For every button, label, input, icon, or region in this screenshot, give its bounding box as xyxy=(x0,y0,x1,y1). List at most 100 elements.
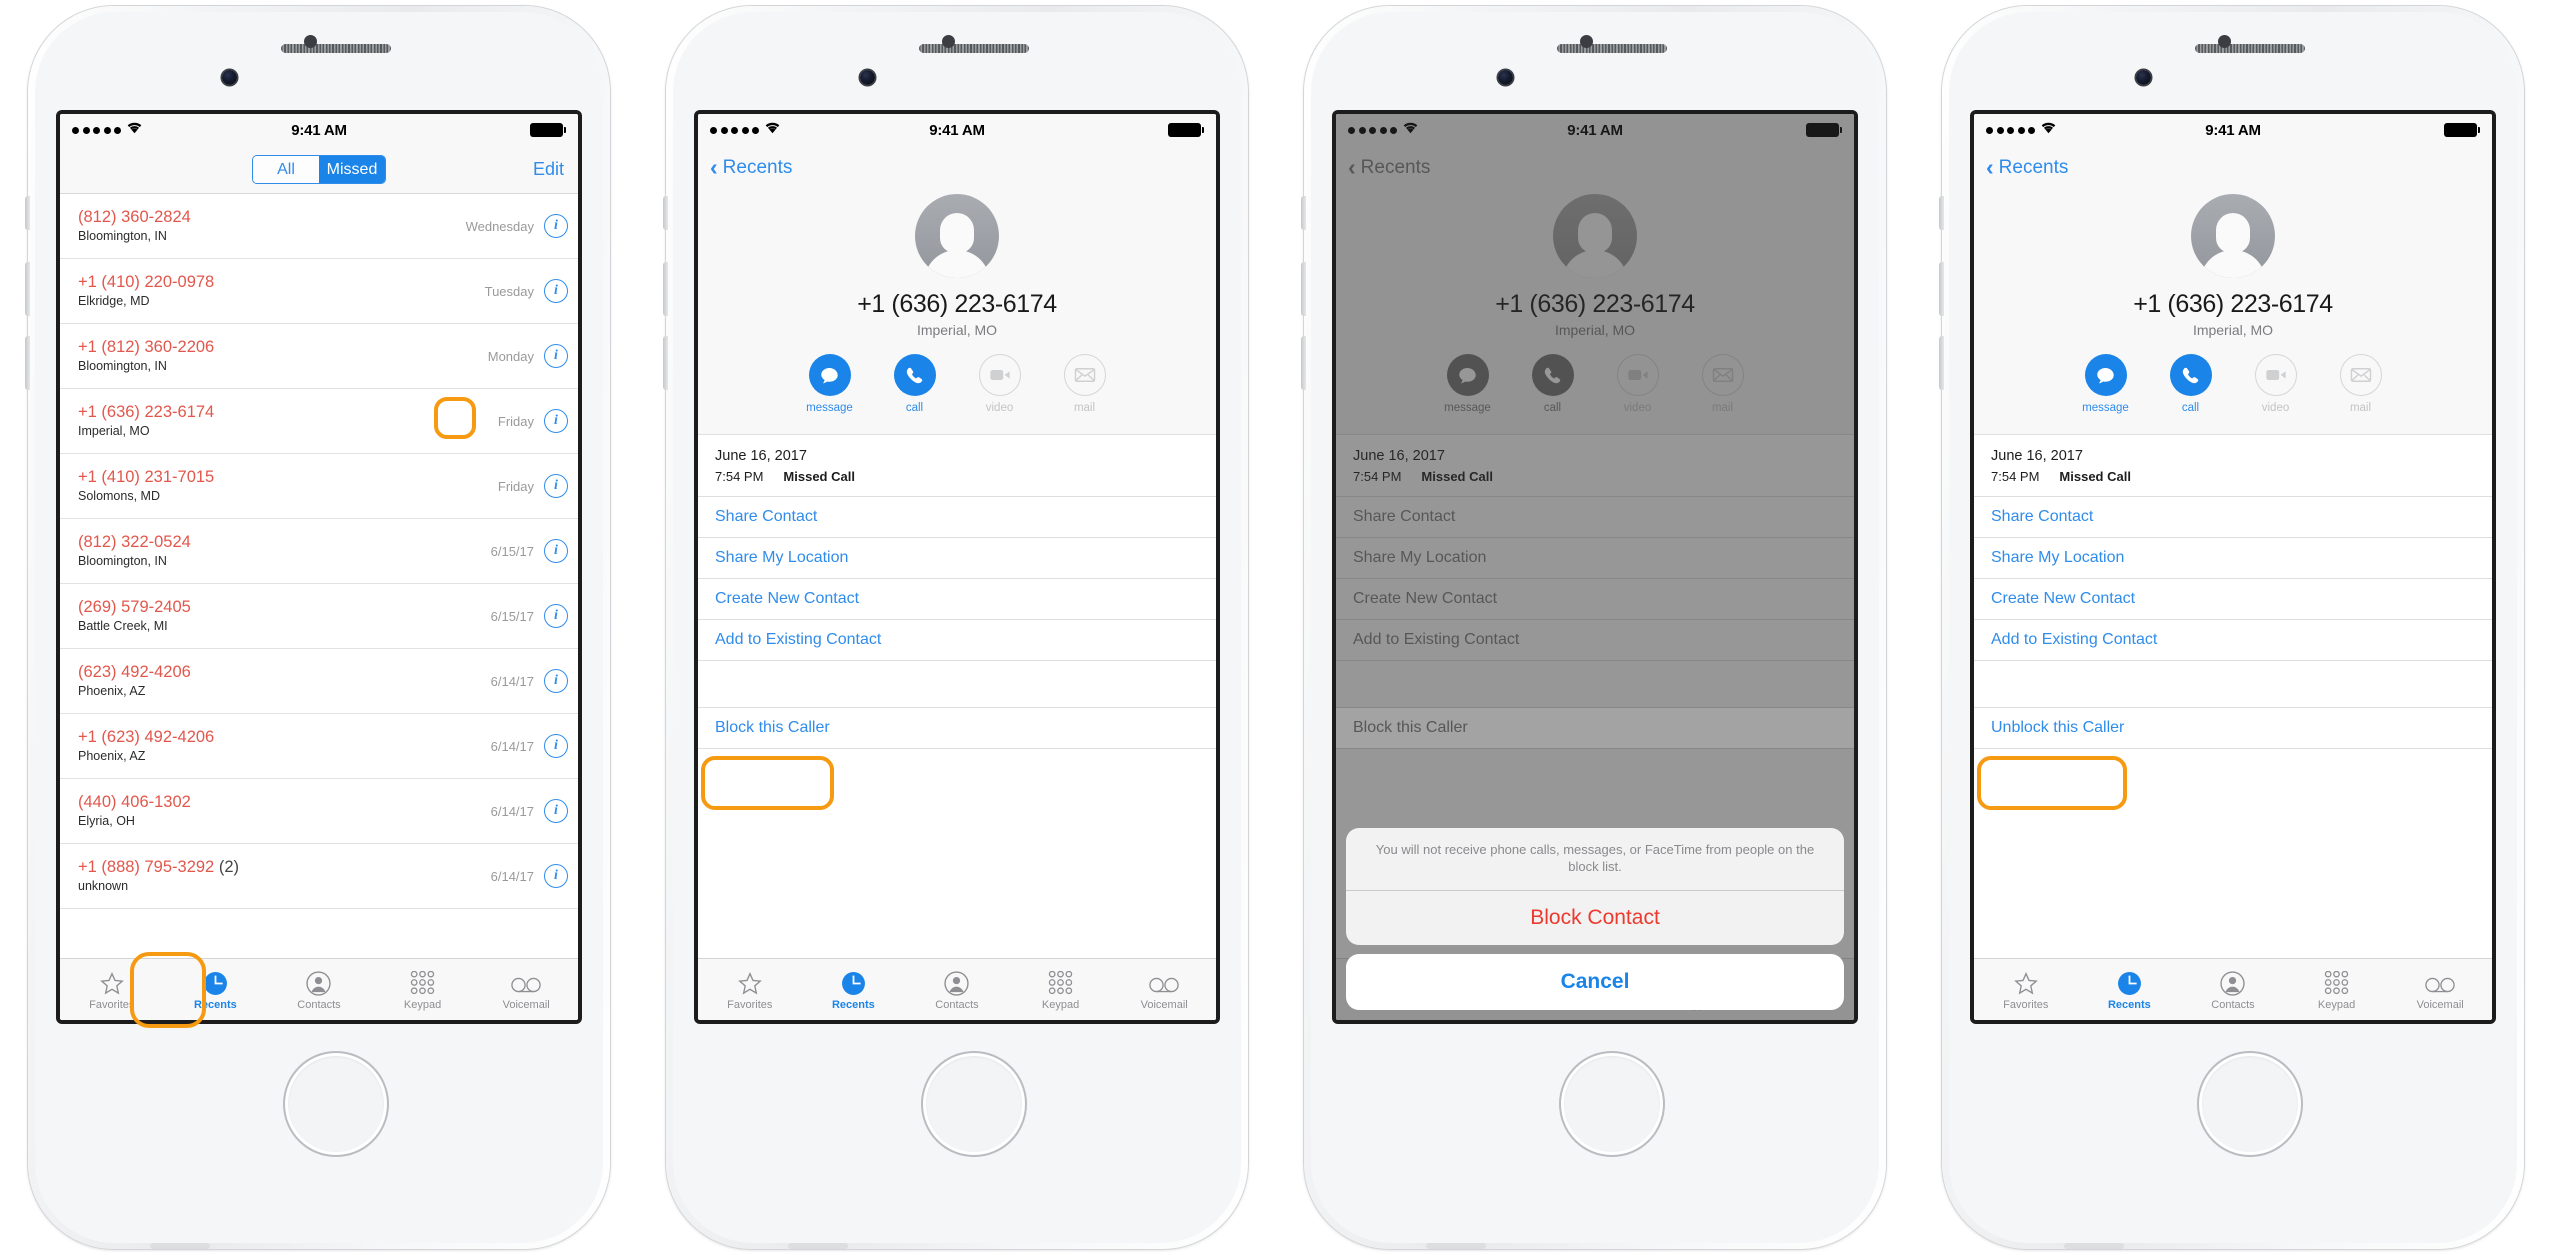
back-to-recents-button[interactable]: ‹ Recents xyxy=(710,155,792,179)
info-icon[interactable]: i xyxy=(544,864,568,888)
contact-options-list[interactable]: Share Contact Share My Location Create New… xyxy=(1974,496,2492,661)
block-contact-button[interactable]: Block Contact xyxy=(1346,891,1844,945)
info-icon[interactable]: i xyxy=(544,409,568,433)
volume-down-button[interactable] xyxy=(663,336,668,390)
volume-up-button[interactable] xyxy=(1301,262,1306,316)
action-call[interactable]: call xyxy=(889,354,941,414)
unblock-this-caller-button[interactable]: Unblock this Caller xyxy=(1974,707,2492,749)
action-mail[interactable]: mail xyxy=(1059,354,1111,414)
envelope-icon xyxy=(1063,354,1106,396)
mute-switch[interactable] xyxy=(1939,196,1944,230)
tab-voicemail[interactable]: Voicemail xyxy=(2388,959,2492,1020)
table-row[interactable]: +1 (410) 220-0978 Elkridge, MD Tuesday i xyxy=(60,259,578,324)
option-share-contact[interactable]: Share Contact xyxy=(1974,497,2492,538)
tab-contacts[interactable]: Contacts xyxy=(2181,959,2285,1020)
tab-favorites[interactable]: Favorites xyxy=(698,959,802,1020)
tab-recents[interactable]: Recents xyxy=(802,959,906,1020)
option-add-to-existing-contact[interactable]: Add to Existing Contact xyxy=(698,620,1216,661)
segment-missed[interactable]: Missed xyxy=(319,156,385,183)
cancel-button[interactable]: Cancel xyxy=(1346,954,1844,1010)
home-button[interactable] xyxy=(921,1051,1027,1157)
tab-contacts[interactable]: Contacts xyxy=(905,959,1009,1020)
call-location: Imperial, MO xyxy=(78,424,150,439)
call-entry-text: (623) 492-4206 Phoenix, AZ xyxy=(78,662,491,701)
tab-keypad[interactable]: Keypad xyxy=(2285,959,2389,1020)
tab-recents[interactable]: Recents xyxy=(164,959,268,1020)
option-share-my-location[interactable]: Share My Location xyxy=(698,538,1216,579)
table-row[interactable]: (623) 492-4206 Phoenix, AZ 6/14/17 i xyxy=(60,649,578,714)
option-create-new-contact[interactable]: Create New Contact xyxy=(698,579,1216,620)
tab-recents[interactable]: Recents xyxy=(2078,959,2182,1020)
info-icon[interactable]: i xyxy=(544,539,568,563)
action-message[interactable]: message xyxy=(2080,354,2132,414)
info-icon[interactable]: i xyxy=(544,734,568,758)
call-location: Bloomington, IN xyxy=(78,554,167,569)
table-row[interactable]: +1 (812) 360-2206 Bloomington, IN Monday i xyxy=(60,324,578,389)
volume-up-button[interactable] xyxy=(1939,262,1944,316)
home-button[interactable] xyxy=(283,1051,389,1157)
table-row[interactable]: (812) 322-0524 Bloomington, IN 6/15/17 i xyxy=(60,519,578,584)
contact-options-list[interactable]: Share Contact Share My Location Create New… xyxy=(698,496,1216,661)
action-call[interactable]: call xyxy=(2165,354,2217,414)
info-icon[interactable]: i xyxy=(544,214,568,238)
table-row[interactable]: (440) 406-1302 Elyria, OH 6/14/17 i xyxy=(60,779,578,844)
phone-handset-icon xyxy=(2169,354,2212,396)
recents-call-list[interactable]: (812) 360-2824 Bloomington, IN Wednesday i +… xyxy=(60,194,578,958)
option-create-new-contact[interactable]: Create New Contact xyxy=(1974,579,2492,620)
tab-contacts[interactable]: Contacts xyxy=(267,959,371,1020)
tab-voicemail[interactable]: Voicemail xyxy=(1112,959,1216,1020)
tab-bar[interactable]: Favorites Recents Contacts Keypad Voicemail xyxy=(698,958,1216,1020)
volume-up-button[interactable] xyxy=(663,262,668,316)
action-message[interactable]: message xyxy=(804,354,856,414)
table-row[interactable]: +1 (410) 231-7015 Solomons, MD Friday i xyxy=(60,454,578,519)
table-row[interactable]: +1 (888) 795-3292 (2) unknown 6/14/17 i xyxy=(60,844,578,909)
quick-actions-row[interactable]: message call video mail xyxy=(1974,354,2492,414)
edit-button[interactable]: Edit xyxy=(533,159,564,180)
info-icon[interactable]: i xyxy=(544,344,568,368)
home-button[interactable] xyxy=(1559,1051,1665,1157)
segment-all[interactable]: All xyxy=(253,156,319,183)
volume-up-button[interactable] xyxy=(25,262,30,316)
mute-switch[interactable] xyxy=(663,196,668,230)
info-icon[interactable]: i xyxy=(544,474,568,498)
table-row[interactable]: (812) 360-2824 Bloomington, IN Wednesday i xyxy=(60,194,578,259)
block-this-caller-button[interactable]: Block this Caller xyxy=(698,707,1216,749)
action-video[interactable]: video xyxy=(974,354,1026,414)
call-location: Battle Creek, MI xyxy=(78,619,168,634)
home-button[interactable] xyxy=(2197,1051,2303,1157)
recents-filter-segmented-control[interactable]: All Missed xyxy=(252,155,386,184)
info-icon[interactable]: i xyxy=(544,669,568,693)
table-row[interactable]: (269) 579-2405 Battle Creek, MI 6/15/17 i xyxy=(60,584,578,649)
action-label: mail xyxy=(1073,402,1096,414)
info-icon[interactable]: i xyxy=(544,604,568,628)
info-icon[interactable]: i xyxy=(544,279,568,303)
status-bar: 9:41 AM xyxy=(1974,114,2492,146)
detail-nav-bar: ‹ Recents xyxy=(698,146,1216,190)
mute-switch[interactable] xyxy=(1301,196,1306,230)
quick-actions-row[interactable]: message call video mail xyxy=(698,354,1216,414)
action-video[interactable]: video xyxy=(2250,354,2302,414)
tab-keypad[interactable]: Keypad xyxy=(371,959,475,1020)
tab-keypad[interactable]: Keypad xyxy=(1009,959,1113,1020)
tab-voicemail[interactable]: Voicemail xyxy=(474,959,578,1020)
tab-favorites[interactable]: Favorites xyxy=(1974,959,2078,1020)
action-mail[interactable]: mail xyxy=(2335,354,2387,414)
option-add-to-existing-contact[interactable]: Add to Existing Contact xyxy=(1974,620,2492,661)
volume-down-button[interactable] xyxy=(1939,336,1944,390)
tab-favorites[interactable]: Favorites xyxy=(60,959,164,1020)
tab-bar[interactable]: Favorites Recents Contacts Keypad Voicemail xyxy=(60,958,578,1020)
option-share-my-location[interactable]: Share My Location xyxy=(1974,538,2492,579)
option-share-contact[interactable]: Share Contact xyxy=(698,497,1216,538)
block-action-sheet[interactable]: You will not receive phone calls, messag… xyxy=(1346,827,1844,1010)
action-label: call xyxy=(2181,402,2200,414)
call-location: Bloomington, IN xyxy=(78,229,167,244)
mute-switch[interactable] xyxy=(25,196,30,230)
volume-down-button[interactable] xyxy=(1301,336,1306,390)
back-to-recents-button[interactable]: ‹ Recents xyxy=(1986,155,2068,179)
action-sheet-group: You will not receive phone calls, messag… xyxy=(1346,827,1844,945)
info-icon[interactable]: i xyxy=(544,799,568,823)
table-row[interactable]: +1 (636) 223-6174 Imperial, MO Friday i xyxy=(60,389,578,454)
tab-bar[interactable]: Favorites Recents Contacts Keypad Voicemail xyxy=(1974,958,2492,1020)
volume-down-button[interactable] xyxy=(25,336,30,390)
table-row[interactable]: +1 (623) 492-4206 Phoenix, AZ 6/14/17 i xyxy=(60,714,578,779)
